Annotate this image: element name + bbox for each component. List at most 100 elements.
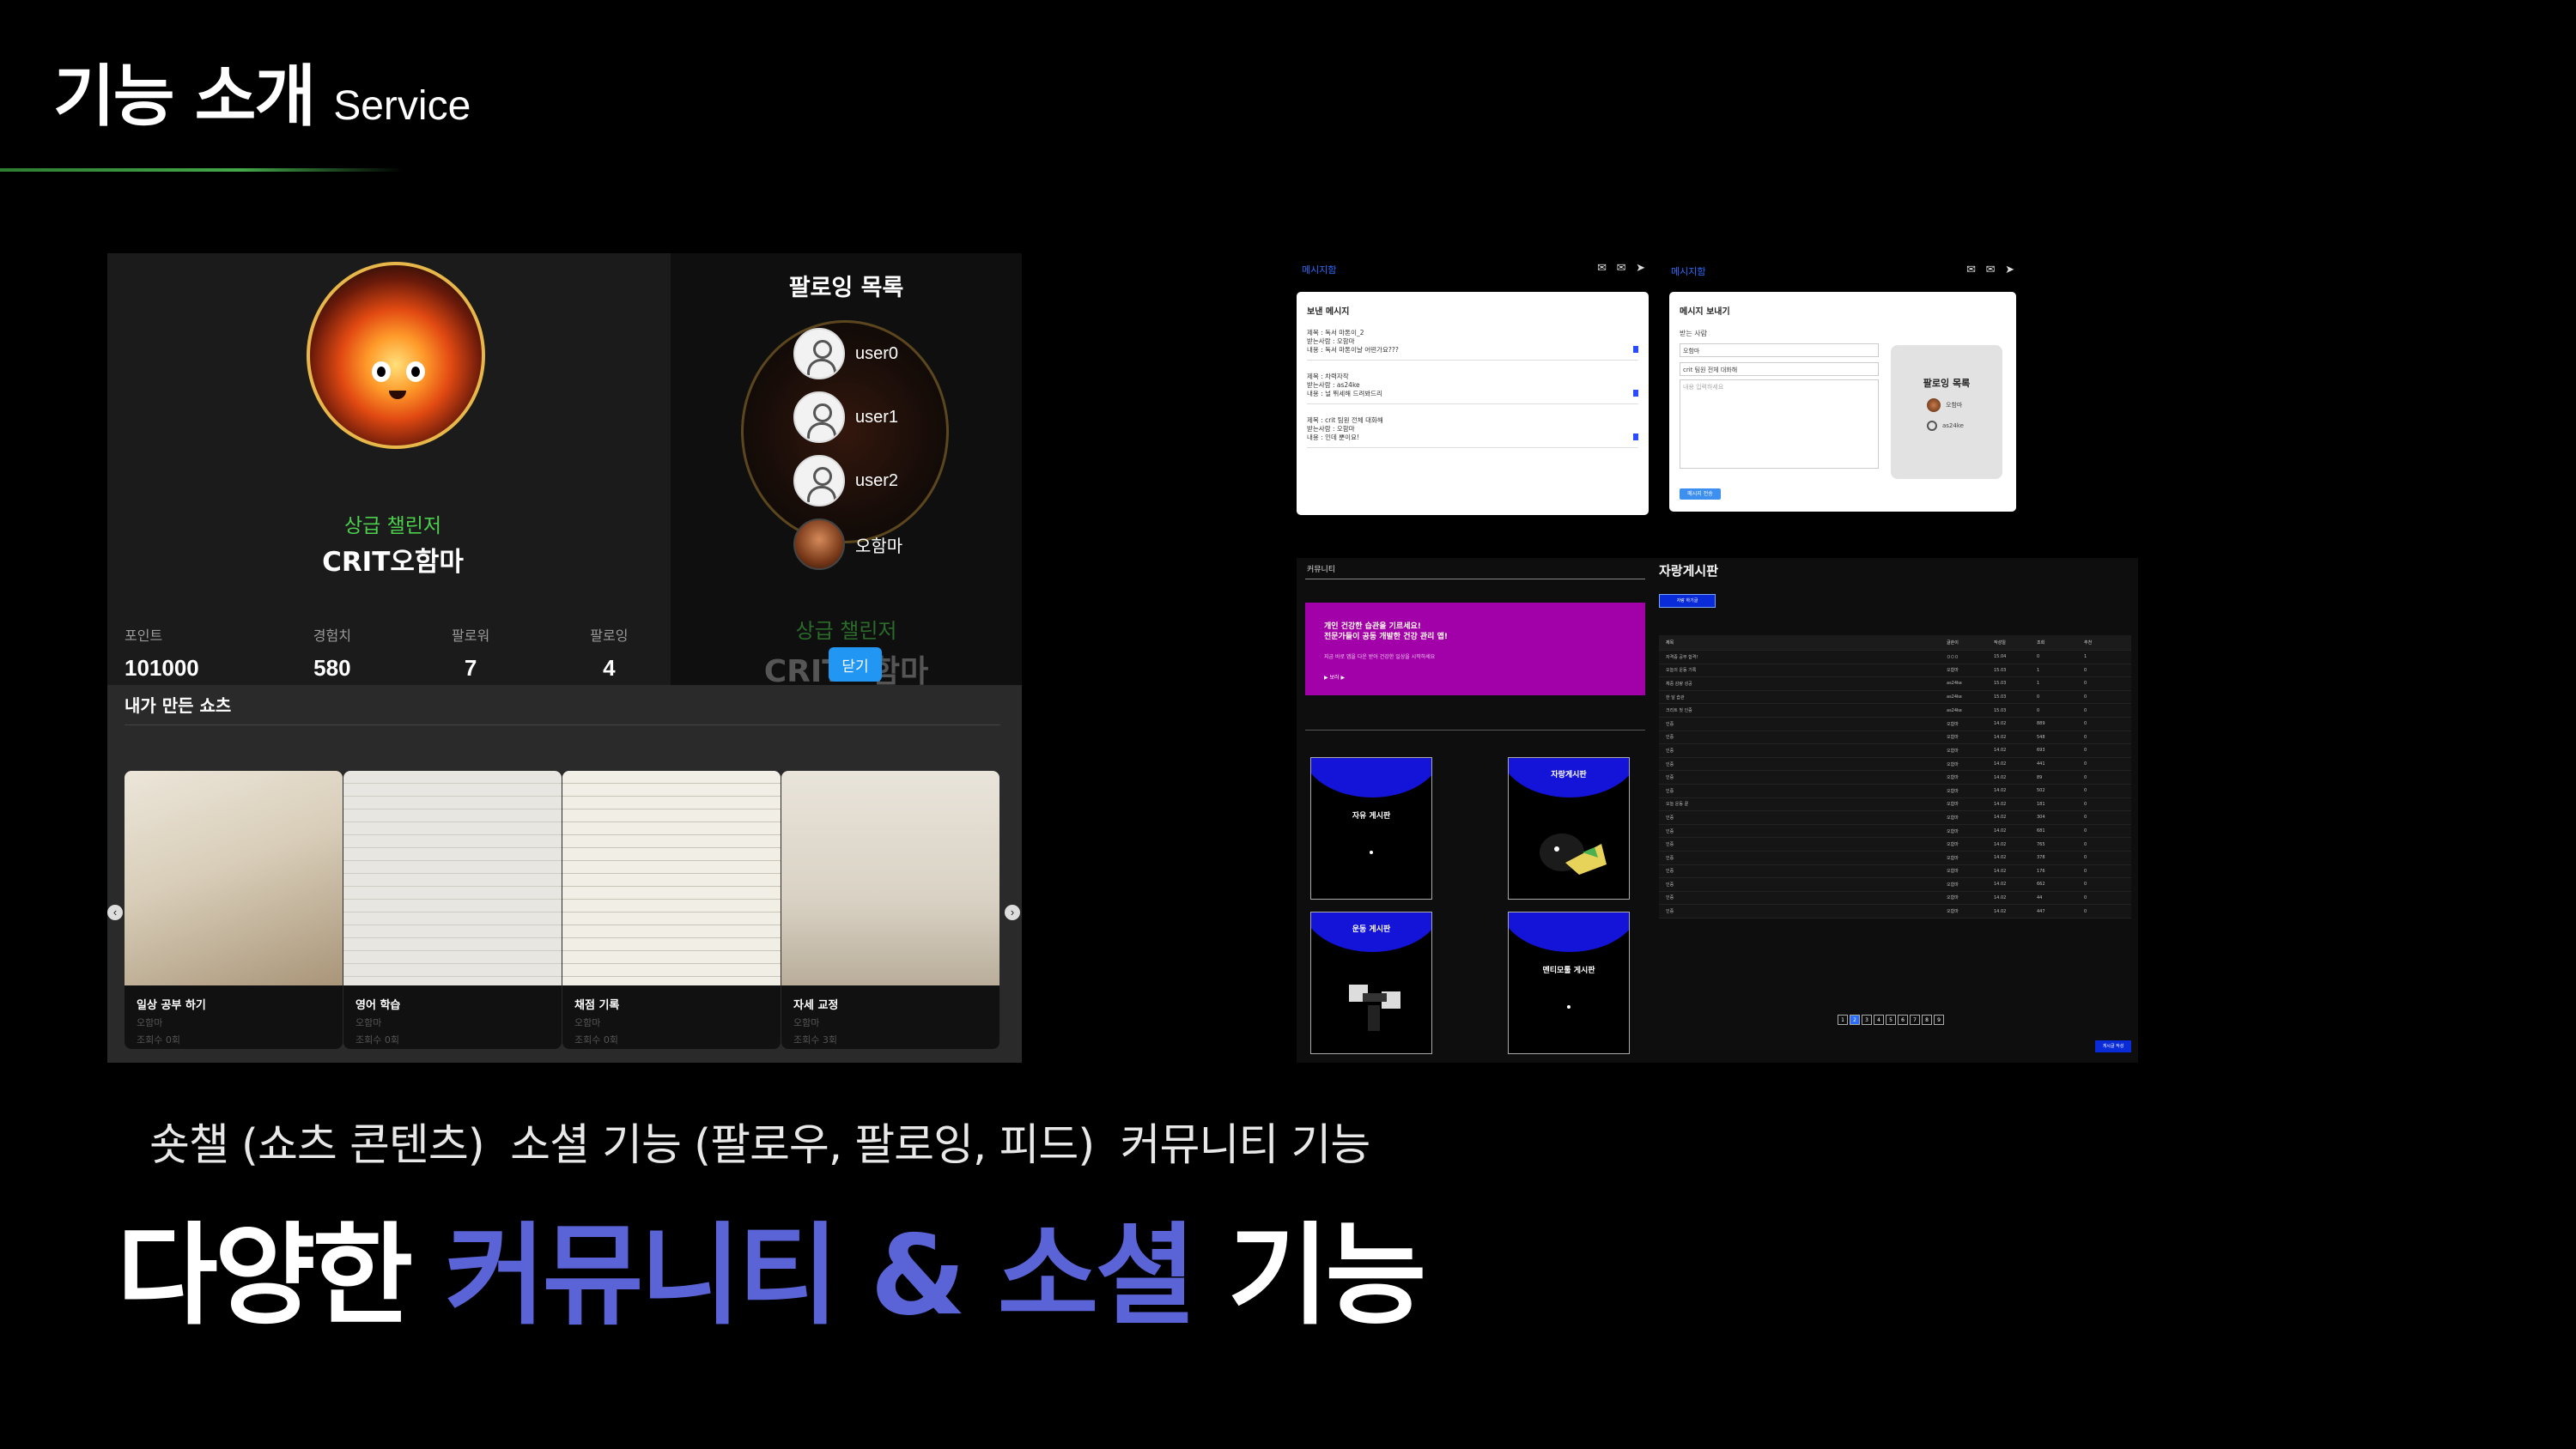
banner-link[interactable]: ▶ 보러 ▶ bbox=[1324, 673, 1345, 681]
page-button[interactable]: 8 bbox=[1922, 1015, 1932, 1025]
table-cell: 오함마 bbox=[1947, 882, 1959, 888]
close-button[interactable]: 닫기 bbox=[829, 647, 882, 682]
shorts-title: 채점 기록 bbox=[574, 999, 620, 1012]
shorts-card[interactable]: 영어 학습 오함마 조회수 0회 bbox=[343, 771, 562, 1049]
table-row[interactable]: 크리트 첫 인증 as24ke 15.03 0 0 bbox=[1659, 704, 2131, 718]
following-panel-item[interactable]: as24ke bbox=[1927, 421, 2002, 431]
message-nav-icons[interactable]: ✉ ✉ ➤ bbox=[1966, 263, 2018, 276]
banner-subtext: 지금 바로 앱을 다운 받아 건강한 일상을 시작하세요 bbox=[1324, 654, 1436, 660]
message-recipient: 받는사람 : 오함마 bbox=[1307, 425, 1355, 433]
page-button[interactable]: 6 bbox=[1898, 1015, 1908, 1025]
table-cell: 14.02 bbox=[1994, 734, 2007, 740]
promo-banner[interactable]: 개인 건강한 습관을 기르세요! 전문가들이 공동 개발한 건강 관리 앱! 지… bbox=[1305, 603, 1645, 695]
following-item[interactable]: user1 bbox=[793, 385, 902, 449]
table-row[interactable]: 체중 감량 성공 as24ke 15.03 1 0 bbox=[1659, 677, 2131, 691]
message-brand[interactable]: 메시지함 bbox=[1671, 264, 1705, 278]
message-nav-icons[interactable]: ✉ ✉ ➤ bbox=[1597, 261, 1649, 275]
following-panel-item[interactable]: 오함마 bbox=[1927, 398, 2002, 412]
following-item[interactable]: user0 bbox=[793, 322, 902, 385]
chevron-right-icon[interactable]: › bbox=[1005, 905, 1020, 920]
board-card-free[interactable]: 자유 게시판 bbox=[1310, 757, 1432, 900]
sent-message-item[interactable]: 제목 : 차력자작 받는사람 : as24ke 내용 : 널 뛰세해 드려봐드리 bbox=[1307, 373, 1638, 404]
shorts-meta: 자세 교정 오함마 조회수 3회 bbox=[781, 985, 999, 1049]
shorts-card[interactable]: 채점 기록 오함마 조회수 0회 bbox=[562, 771, 781, 1049]
table-cell: 0 bbox=[2084, 855, 2087, 861]
sent-message-item[interactable]: 제목 : crit 팀원 전체 대화해 받는사람 : 오함마 내용 : 인데 뿐… bbox=[1307, 416, 1638, 448]
stat-value: 580 bbox=[313, 655, 351, 681]
page-button[interactable]: 5 bbox=[1886, 1015, 1896, 1025]
page-button[interactable]: 3 bbox=[1862, 1015, 1872, 1025]
sent-messages-screen: 메시지함 ✉ ✉ ➤ 보낸 메시지 제목 : 독서 마톤이_2 받는사람 : 오… bbox=[1297, 258, 1649, 515]
message-brand[interactable]: 메시지함 bbox=[1302, 263, 1336, 276]
table-row[interactable]: 한 달 습관 as24ke 15.03 0 0 bbox=[1659, 690, 2131, 705]
table-row[interactable]: 인증 오함마 14.02 662 0 bbox=[1659, 878, 2131, 892]
following-item[interactable]: 오함마 bbox=[793, 512, 902, 576]
exercise-illustration bbox=[1349, 985, 1400, 1031]
table-cell: 오함마 bbox=[1947, 895, 1959, 901]
table-row[interactable]: 인증 오함마 14.02 502 0 bbox=[1659, 784, 2131, 798]
stat-following[interactable]: 팔로잉 4 bbox=[540, 624, 678, 682]
table-row[interactable]: 인증 오함마 14.02 548 0 bbox=[1659, 731, 2131, 745]
table-row[interactable]: 인증 오함마 14.02 765 0 bbox=[1659, 838, 2131, 852]
table-row[interactable]: 인증 오함마 14.02 681 0 bbox=[1659, 824, 2131, 839]
board-card-brag[interactable]: 자랑게시판 bbox=[1508, 757, 1630, 900]
table-row[interactable]: 오늘의 운동 기록 오함마 15.03 1 0 bbox=[1659, 664, 2131, 678]
stat-value: 101000 bbox=[125, 655, 199, 681]
brag-write-button[interactable]: 자랑 하기글 bbox=[1659, 594, 1716, 608]
shorts-views: 조회수 0회 bbox=[574, 1034, 618, 1046]
user-icon bbox=[793, 328, 845, 379]
board-card-mentee[interactable]: 멘티모툴 게시판 bbox=[1508, 912, 1630, 1054]
page-button[interactable]: 1 bbox=[1838, 1015, 1848, 1025]
trash-icon[interactable] bbox=[1633, 346, 1638, 353]
write-post-button[interactable]: 게시글 작성 bbox=[2095, 1040, 2131, 1052]
table-cell: 0 bbox=[2084, 894, 2087, 900]
stat-value: 4 bbox=[603, 655, 616, 681]
table-cell: 14.02 bbox=[1994, 801, 2007, 807]
table-cell: 0 bbox=[2084, 828, 2087, 834]
table-cell: 체중 감량 성공 bbox=[1666, 681, 1692, 687]
trash-icon[interactable] bbox=[1633, 390, 1638, 397]
table-row[interactable]: 인증 오함마 14.02 693 0 bbox=[1659, 744, 2131, 758]
message-body-input[interactable]: 내용 입력하세요 bbox=[1680, 379, 1879, 469]
board-card-exercise[interactable]: 운동 게시판 bbox=[1310, 912, 1432, 1054]
sent-message-item[interactable]: 제목 : 독서 마톤이_2 받는사람 : 오함마 내용 : 독서 마톤이날 어떤… bbox=[1307, 329, 1638, 361]
table-cell: 14.02 bbox=[1994, 774, 2007, 780]
table-row[interactable]: 인증 오함마 14.02 378 0 bbox=[1659, 851, 2131, 865]
table-row[interactable]: 인증 오함마 14.02 89 0 bbox=[1659, 771, 2131, 785]
table-row[interactable]: 오늘 운동 끝 오함마 14.02 181 0 bbox=[1659, 797, 2131, 812]
shorts-card[interactable]: 일상 공부 하기 오함마 조회수 0회 bbox=[125, 771, 343, 1049]
profile-avatar bbox=[307, 262, 485, 449]
post-table: 제목 글쓴이 작성일 조회 추천 자격증 공부 합격! ㅁㅁㅁ 15.04 0 1 오늘의… bbox=[1659, 635, 2131, 919]
table-row[interactable]: 인증 오함마 14.02 441 0 bbox=[1659, 757, 2131, 772]
recipient-input[interactable]: 오함마 bbox=[1680, 343, 1879, 357]
page-button[interactable]: 7 bbox=[1910, 1015, 1920, 1025]
table-row[interactable]: 인증 오함마 14.02 44 0 bbox=[1659, 891, 2131, 906]
subject-input[interactable]: crit 팀원 전체 대화해 bbox=[1680, 362, 1879, 376]
table-row[interactable]: 인증 오함마 14.02 447 0 bbox=[1659, 905, 2131, 919]
table-row[interactable]: 인증 오함마 14.02 176 0 bbox=[1659, 864, 2131, 879]
stat-followers[interactable]: 팔로워 7 bbox=[402, 624, 540, 682]
following-list: user0 user1 user2 오함마 bbox=[793, 322, 902, 576]
table-cell: 0 bbox=[2037, 654, 2040, 660]
table-cell: 0 bbox=[2084, 667, 2087, 673]
table-row[interactable]: 인증 오함마 14.02 889 0 bbox=[1659, 717, 2131, 731]
trash-icon[interactable] bbox=[1633, 433, 1638, 440]
table-cell: 44 bbox=[2037, 894, 2043, 900]
page-button[interactable]: 2 bbox=[1850, 1015, 1860, 1025]
board-cap bbox=[1311, 758, 1431, 797]
page-button[interactable]: 9 bbox=[1934, 1015, 1944, 1025]
table-cell: 인증 bbox=[1666, 721, 1674, 727]
table-row[interactable]: 자격증 공부 합격! ㅁㅁㅁ 15.04 0 1 bbox=[1659, 651, 2131, 664]
shorts-views: 조회수 3회 bbox=[793, 1034, 837, 1046]
table-cell: 15.04 bbox=[1994, 654, 2007, 660]
following-item[interactable]: user2 bbox=[793, 449, 902, 512]
table-cell: 681 bbox=[2037, 828, 2045, 834]
chevron-left-icon[interactable]: ‹ bbox=[107, 905, 123, 920]
shorts-card[interactable]: 자세 교정 오함마 조회수 3회 bbox=[781, 771, 999, 1049]
table-cell: 0 bbox=[2084, 841, 2087, 847]
table-cell: 0 bbox=[2037, 707, 2040, 713]
table-row[interactable]: 인증 오함마 14.02 304 0 bbox=[1659, 811, 2131, 825]
table-cell: 0 bbox=[2084, 681, 2087, 687]
send-button[interactable]: 메시지 전송 bbox=[1680, 488, 1721, 500]
page-button[interactable]: 4 bbox=[1874, 1015, 1884, 1025]
